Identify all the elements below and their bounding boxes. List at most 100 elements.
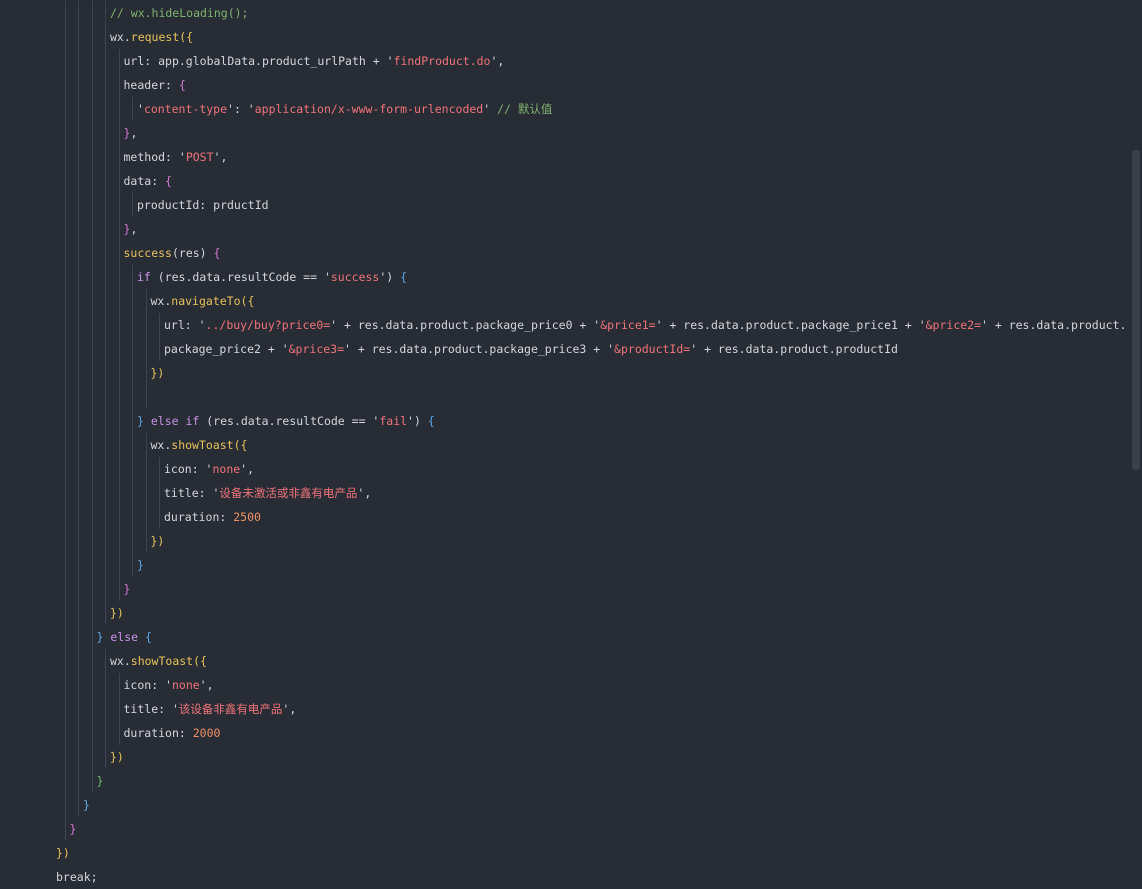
indent-guide (145, 337, 147, 361)
indent-guide (118, 505, 120, 529)
code-token: &price1= (600, 318, 656, 332)
code-line[interactable]: productId: prductId (0, 193, 1120, 217)
code-editor[interactable]: // wx.hideLoading(); wx.request({url: app… (0, 0, 1142, 884)
code-token: { (400, 270, 408, 284)
indent-guide (64, 457, 66, 481)
code-token: ', (213, 150, 228, 164)
indent-guide (118, 193, 120, 217)
indent-guide (64, 289, 66, 313)
code-line[interactable]: duration: 2500 (0, 505, 1120, 529)
code-line[interactable]: }) (0, 361, 1120, 385)
code-line[interactable] (0, 385, 1120, 409)
code-token: data: (123, 174, 166, 188)
indent-guide (145, 457, 147, 481)
indent-guide (91, 505, 93, 529)
indent-guide (64, 337, 66, 361)
indent-guide (118, 169, 120, 193)
indent-guide (105, 121, 107, 145)
indent-guide (118, 313, 120, 337)
indent-guide (118, 265, 120, 289)
indent-guide (91, 385, 93, 409)
indent-guide (78, 97, 80, 121)
code-line[interactable]: success(res) { (0, 241, 1120, 265)
code-token: } (123, 582, 131, 596)
code-line[interactable]: wx.showToast({ (0, 649, 1120, 673)
code-line[interactable]: if (res.data.resultCode == 'success') { (0, 265, 1120, 289)
code-token: wx. (110, 30, 131, 44)
indent-guide (145, 481, 147, 505)
code-token: { (165, 174, 172, 188)
code-token: } (83, 798, 90, 812)
code-line[interactable]: wx.navigateTo({ (0, 289, 1120, 313)
code-text: wx.showToast({ (151, 433, 248, 457)
code-line[interactable]: wx.request({ (0, 25, 1120, 49)
indent-guide (78, 553, 80, 577)
code-line[interactable]: }) (0, 841, 1120, 865)
code-line[interactable]: } else { (0, 625, 1120, 649)
code-line[interactable]: } (0, 817, 1120, 841)
indent-guide (132, 409, 134, 433)
code-line[interactable]: icon: 'none', (0, 673, 1120, 697)
code-line[interactable]: }) (0, 745, 1120, 769)
code-line[interactable]: } else if (res.data.resultCode == 'fail'… (0, 409, 1120, 433)
indent-guide (105, 97, 107, 121)
indent-guide (91, 73, 93, 97)
code-line[interactable]: url: '../buy/buy?price0=' + res.data.pro… (0, 313, 1126, 337)
code-line[interactable]: }, (0, 217, 1120, 241)
code-token: } (69, 822, 77, 836)
indent-guide (78, 793, 80, 817)
indent-guide (132, 385, 134, 409)
code-line[interactable]: } (0, 769, 1120, 793)
indent-guide (78, 49, 80, 73)
code-line[interactable]: title: '设备未激活或非鑫有电产品', (0, 481, 1120, 505)
code-token: } (137, 558, 144, 572)
code-line[interactable]: icon: 'none', (0, 457, 1120, 481)
code-line[interactable]: title: '该设备非鑫有电产品', (0, 697, 1120, 721)
indent-guide (78, 481, 80, 505)
vertical-scrollbar[interactable] (1128, 0, 1142, 877)
indent-guide (105, 529, 107, 553)
code-token: ' (137, 102, 144, 116)
code-text: data: { (124, 169, 172, 193)
code-token: }) (56, 846, 70, 860)
indent-guide (91, 265, 93, 289)
indent-guide (105, 385, 107, 409)
indent-guide (64, 1, 66, 25)
code-line[interactable]: } (0, 577, 1120, 601)
indent-guide (64, 625, 66, 649)
code-line[interactable]: method: 'POST', (0, 145, 1120, 169)
code-token: ') (407, 414, 428, 428)
code-line[interactable]: 'content-type': 'application/x-www-form-… (0, 97, 1120, 121)
code-line[interactable]: } (0, 553, 1120, 577)
code-line[interactable]: wx.showToast({ (0, 433, 1120, 457)
code-token: duration: (164, 510, 234, 524)
code-token: wx. (150, 294, 172, 308)
code-line[interactable]: url: app.globalData.product_urlPath + 'f… (0, 49, 1120, 73)
code-line[interactable]: }, (0, 121, 1120, 145)
indent-guide (91, 121, 93, 145)
indent-guide (118, 97, 120, 121)
code-line[interactable]: }) (0, 601, 1120, 625)
code-line[interactable]: } (0, 793, 1120, 817)
code-line[interactable]: // wx.hideLoading(); (0, 1, 1120, 25)
code-token: } (96, 774, 104, 788)
code-line[interactable]: }) (0, 529, 1120, 553)
code-line[interactable]: duration: 2000 (0, 721, 1120, 745)
code-line[interactable]: header: { (0, 73, 1120, 97)
scrollbar-thumb[interactable] (1132, 150, 1140, 470)
indent-guide (118, 385, 120, 409)
indent-guide (105, 553, 107, 577)
indent-guide (78, 361, 80, 385)
indent-guide (64, 601, 66, 625)
indent-guide (132, 337, 134, 361)
code-token: ({ (240, 294, 255, 308)
code-line[interactable]: data: { (0, 169, 1120, 193)
indent-guide (118, 577, 120, 601)
code-line[interactable]: package_price2 + '&price3=' + res.data.p… (0, 337, 1120, 361)
indent-guide (105, 289, 107, 313)
code-text: } (83, 793, 90, 817)
code-text: } (70, 817, 77, 841)
code-token: POST (185, 150, 214, 164)
code-line[interactable]: break; (0, 865, 1120, 889)
indent-guide (91, 673, 93, 697)
